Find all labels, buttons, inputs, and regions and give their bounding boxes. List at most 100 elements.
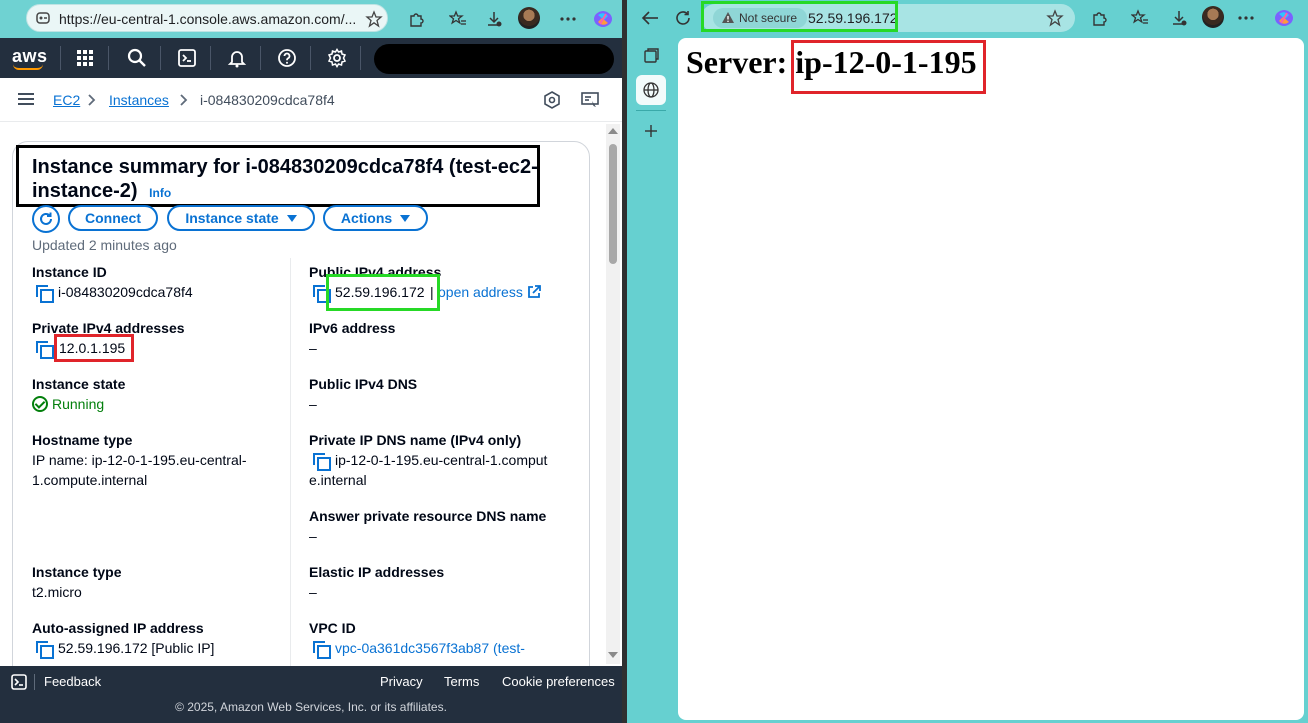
private-dns-value-line1: ip-12-0-1-195.eu-central-1.comput xyxy=(335,452,548,468)
feedback-panel-icon[interactable] xyxy=(581,91,599,109)
redacted-account-info xyxy=(374,44,614,74)
copy-icon[interactable] xyxy=(313,453,331,471)
site-info-icon[interactable] xyxy=(35,10,51,26)
external-link-icon[interactable] xyxy=(527,285,541,299)
tab-strip-separator xyxy=(636,110,666,111)
copyright-text: © 2025, Amazon Web Services, Inc. or its… xyxy=(175,700,447,714)
search-icon[interactable] xyxy=(125,46,149,70)
downloads-icon[interactable] xyxy=(1166,5,1192,31)
private-dns-label: Private IP DNS name (IPv4 only) xyxy=(309,432,522,448)
settings-gear-icon[interactable] xyxy=(325,46,349,70)
copy-icon[interactable] xyxy=(313,641,331,659)
more-menu-icon[interactable] xyxy=(555,6,581,32)
copilot-icon[interactable] xyxy=(1271,5,1297,31)
breadcrumb: EC2 Instances i-084830209cdca78f4 xyxy=(0,78,622,122)
cloudshell-icon[interactable] xyxy=(175,46,199,70)
public-ip-highlight-box xyxy=(326,274,440,311)
left-browser-window: https://eu-central-1.console.aws.amazon.… xyxy=(0,0,622,723)
nav-separator xyxy=(60,46,61,70)
scroll-down-arrow[interactable] xyxy=(608,652,618,658)
hostname-type-label: Hostname type xyxy=(32,432,133,448)
scrollbar-thumb[interactable] xyxy=(609,144,617,264)
open-address-link[interactable]: open address xyxy=(438,282,523,302)
help-icon[interactable] xyxy=(275,46,299,70)
actions-dropdown[interactable]: Actions xyxy=(323,205,428,231)
scroll-up-arrow[interactable] xyxy=(608,128,618,134)
copy-icon[interactable] xyxy=(36,341,54,359)
vpc-id-label: VPC ID xyxy=(309,620,356,636)
globe-icon xyxy=(643,82,659,98)
status-running-text: Running xyxy=(52,396,105,412)
auto-assigned-ip-label: Auto-assigned IP address xyxy=(32,620,204,636)
auto-assigned-ip-value: 52.59.196.172 [Public IP] xyxy=(58,640,215,656)
downloads-icon[interactable] xyxy=(481,6,507,32)
ipv6-label: IPv6 address xyxy=(309,320,396,336)
privacy-link[interactable]: Privacy xyxy=(380,674,423,689)
nav-separator xyxy=(210,46,211,70)
more-menu-icon[interactable] xyxy=(1233,5,1259,31)
instance-state-dropdown[interactable]: Instance state xyxy=(167,205,315,231)
favorites-icon[interactable] xyxy=(445,6,471,32)
server-label: Server: xyxy=(686,44,788,80)
instance-state-field-label: Instance state xyxy=(32,376,126,392)
breadcrumb-ec2[interactable]: EC2 xyxy=(53,92,80,108)
breadcrumb-current-instance: i-084830209cdca78f4 xyxy=(200,92,335,108)
aws-footer: Feedback Privacy Terms Cookie preference… xyxy=(0,666,622,723)
services-grid-icon[interactable] xyxy=(73,46,97,70)
private-ip-highlight-box xyxy=(54,334,134,362)
aws-logo-smile xyxy=(13,64,43,70)
back-arrow-icon[interactable] xyxy=(637,5,663,31)
private-dns-value-line2: e.internal xyxy=(309,472,367,488)
reload-icon[interactable] xyxy=(670,5,696,31)
favorites-icon[interactable] xyxy=(1127,5,1153,31)
answer-private-dns-value: – xyxy=(309,528,317,544)
right-page-content xyxy=(678,38,1304,720)
copilot-icon[interactable] xyxy=(590,6,616,32)
instance-type-label: Instance type xyxy=(32,564,122,580)
instance-state-label: Instance state xyxy=(185,210,279,226)
cloudshell-footer-icon[interactable] xyxy=(11,674,27,690)
extensions-icon[interactable] xyxy=(403,6,429,32)
star-icon[interactable] xyxy=(365,10,383,28)
vpc-id-link[interactable]: vpc-0a361dc3567f3ab87 (test- xyxy=(335,638,525,658)
instance-id-value: i-084830209cdca78f4 xyxy=(58,284,193,300)
public-ipv4-dns-value: – xyxy=(309,396,317,412)
public-ipv4-dns-label: Public IPv4 DNS xyxy=(309,376,418,392)
connect-button[interactable]: Connect xyxy=(68,205,158,231)
star-icon[interactable] xyxy=(1046,9,1064,27)
copy-icon[interactable] xyxy=(36,641,54,659)
refresh-button[interactable] xyxy=(32,205,60,233)
new-tab-plus-icon[interactable] xyxy=(636,116,666,146)
tab-actions-icon[interactable] xyxy=(636,41,666,71)
cookie-preferences-link[interactable]: Cookie preferences xyxy=(502,674,615,689)
answer-private-dns-label: Answer private resource DNS name xyxy=(309,508,547,524)
chevron-right-icon xyxy=(180,94,188,106)
footer-separator xyxy=(34,674,35,690)
left-url-text: https://eu-central-1.console.aws.amazon.… xyxy=(59,11,357,27)
profile-avatar[interactable] xyxy=(518,7,540,29)
left-address-bar[interactable]: https://eu-central-1.console.aws.amazon.… xyxy=(26,4,388,32)
left-browser-toolbar: https://eu-central-1.console.aws.amazon.… xyxy=(0,0,622,38)
recent-activity-icon[interactable] xyxy=(543,91,561,109)
caret-down-icon xyxy=(286,214,297,222)
profile-avatar[interactable] xyxy=(1202,6,1224,28)
extensions-icon[interactable] xyxy=(1086,5,1112,31)
hamburger-menu-icon[interactable] xyxy=(18,92,34,106)
connect-label: Connect xyxy=(85,210,141,226)
feedback-link[interactable]: Feedback xyxy=(44,674,101,689)
refresh-icon xyxy=(40,212,52,225)
elastic-ip-value: – xyxy=(309,584,317,600)
copy-icon[interactable] xyxy=(36,285,54,303)
instance-id-label: Instance ID xyxy=(32,264,107,280)
instance-type-value: t2.micro xyxy=(32,584,82,600)
page-scrollbar[interactable] xyxy=(606,124,620,664)
breadcrumb-instances[interactable]: Instances xyxy=(109,92,169,108)
elastic-ip-label: Elastic IP addresses xyxy=(309,564,445,580)
nav-separator xyxy=(360,46,361,70)
notifications-bell-icon[interactable] xyxy=(225,46,249,70)
terms-link[interactable]: Terms xyxy=(444,674,479,689)
nav-separator xyxy=(160,46,161,70)
active-tab-globe[interactable] xyxy=(636,75,666,105)
updated-timestamp: Updated 2 minutes ago xyxy=(32,237,177,253)
title-annotation-box xyxy=(16,145,540,207)
